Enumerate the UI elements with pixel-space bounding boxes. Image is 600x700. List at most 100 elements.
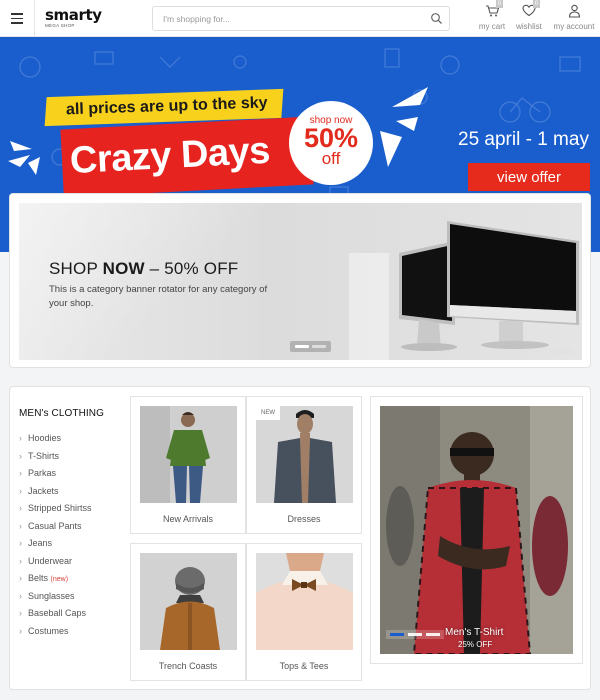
user-icon xyxy=(568,4,580,18)
search-box xyxy=(152,6,450,31)
cart-link[interactable]: 0 my cart xyxy=(474,0,510,31)
chevron-right-icon: › xyxy=(19,590,22,601)
menu-button[interactable] xyxy=(0,0,35,37)
burst-left-decoration xyxy=(8,141,40,175)
chevron-right-icon: › xyxy=(19,450,22,461)
pager-dot[interactable] xyxy=(408,633,422,636)
tile-label: Trench Coasts xyxy=(158,661,218,671)
sidebar-item[interactable]: › Costumes xyxy=(19,626,92,644)
sidebar-item[interactable]: › Stripped Shirtss xyxy=(19,503,92,521)
menu-icon-line xyxy=(11,22,23,24)
pager-dot[interactable] xyxy=(295,345,309,348)
chevron-right-icon: › xyxy=(19,503,22,513)
hero-dates: 25 april - 1 may xyxy=(458,129,589,150)
new-badge: (new) xyxy=(50,576,69,583)
sidebar-item-label: Jackets xyxy=(28,485,59,496)
category-menu: › Hoodies › T-Shirts › Parkas › Jackets › Str… xyxy=(19,433,92,643)
chevron-right-icon: › xyxy=(19,573,22,583)
sidebar-item-label: Stripped Shirtss xyxy=(28,503,92,513)
chevron-right-icon: › xyxy=(19,468,22,478)
sidebar-item[interactable]: › Belts (new) xyxy=(19,573,92,591)
category-tile[interactable]: NEW Dresses xyxy=(246,396,362,534)
category-tile[interactable]: Trench Coasts xyxy=(130,543,246,681)
category-banner-pager xyxy=(290,341,331,352)
featured-product-title: Men's T-Shirt xyxy=(445,627,504,638)
category-banner-card: SHOP NOW – 50% OFF This is a category ba… xyxy=(9,193,591,368)
category-tile[interactable]: Tops & Tees xyxy=(246,543,362,681)
pager-dot[interactable] xyxy=(426,633,440,636)
heading-emphasis: NOW xyxy=(102,259,145,278)
wishlist-link[interactable]: 0 wishlist xyxy=(513,0,545,31)
pager-dot[interactable] xyxy=(390,633,404,636)
sidebar-item[interactable]: › Parkas xyxy=(19,468,92,486)
cart-label: my cart xyxy=(478,22,506,31)
chevron-right-icon: › xyxy=(19,485,22,496)
menu-icon-line xyxy=(11,13,23,15)
man-denim-jacket-photo xyxy=(256,406,353,503)
site-header: smarty MEGA SHOP 0 my cart 0 wishlist xyxy=(0,0,600,37)
sidebar-item-label: Sunglasses xyxy=(28,590,75,601)
sidebar-item-label: Baseball Caps xyxy=(28,608,87,618)
chevron-right-icon: › xyxy=(19,625,22,636)
site-logo[interactable]: smarty MEGA SHOP xyxy=(45,8,102,29)
view-offer-button[interactable]: view offer xyxy=(468,163,590,191)
discount-percent: 50% xyxy=(303,123,359,153)
chevron-right-icon: › xyxy=(19,433,22,443)
man-bowtie-photo xyxy=(256,553,353,650)
account-link[interactable]: my account xyxy=(550,4,598,31)
sidebar-item[interactable]: › Hoodies xyxy=(19,433,92,451)
sidebar-item-label: Belts xyxy=(28,573,49,583)
heading-suffix: – 50% OFF xyxy=(144,259,239,278)
featured-product-slider[interactable]: Men's T-Shirt 25% OFF xyxy=(370,396,583,664)
product-photo xyxy=(140,553,237,650)
tile-label: New Arrivals xyxy=(162,514,213,524)
chevron-right-icon: › xyxy=(19,538,22,548)
sidebar-item[interactable]: › Baseball Caps xyxy=(19,608,92,626)
sidebar-item-label: Casual Pants xyxy=(28,520,82,531)
sidebar-item[interactable]: › Sunglasses xyxy=(19,591,92,609)
sidebar-item-label: Costumes xyxy=(28,625,69,636)
man-green-shirt-photo xyxy=(140,406,237,503)
hero-title-ribbon: Crazy Days xyxy=(60,116,314,198)
category-tile[interactable]: New Arrivals xyxy=(130,396,246,534)
sidebar-item-label: Underwear xyxy=(28,555,73,566)
product-photo xyxy=(140,406,237,503)
category-banner-slide[interactable]: SHOP NOW – 50% OFF This is a category ba… xyxy=(19,203,582,360)
sidebar-item[interactable]: › Casual Pants xyxy=(19,521,92,539)
search-input[interactable] xyxy=(153,7,413,30)
featured-slider-pager xyxy=(386,630,444,639)
banner-background-shape xyxy=(19,203,279,360)
logo-brand: smarty xyxy=(45,6,102,24)
logo-tagline: MEGA SHOP xyxy=(45,23,75,28)
pager-dot[interactable] xyxy=(312,345,326,348)
sidebar-item[interactable]: › T-Shirts xyxy=(19,451,92,469)
monitors-image xyxy=(399,221,579,354)
sidebar-item-label: Parkas xyxy=(28,468,57,478)
featured-product-discount: 25% OFF xyxy=(458,640,493,649)
sidebar-item[interactable]: › Jeans xyxy=(19,538,92,556)
burst-right-decoration xyxy=(380,87,428,167)
sidebar-item-label: Hoodies xyxy=(28,433,62,443)
product-photo xyxy=(256,553,353,650)
menu-icon-line xyxy=(11,17,23,20)
featured-product-photo: Men's T-Shirt 25% OFF xyxy=(380,406,573,654)
heading-prefix: SHOP xyxy=(49,259,103,278)
sidebar-title: MEN's CLOTHING xyxy=(19,408,104,419)
category-banner-description: This is a category banner rotator for an… xyxy=(49,284,268,309)
cart-count-badge: 0 xyxy=(496,0,503,8)
search-icon[interactable] xyxy=(430,12,443,25)
sidebar-item[interactable]: › Jackets xyxy=(19,486,92,504)
man-plaid-shirt-photo xyxy=(380,406,573,654)
sidebar-item-label: Jeans xyxy=(28,538,53,548)
chevron-right-icon: › xyxy=(19,608,22,618)
category-banner-heading: SHOP NOW – 50% OFF xyxy=(49,259,238,279)
discount-badge: shop now 50% off xyxy=(289,101,373,185)
wishlist-label: wishlist xyxy=(516,22,542,31)
discount-off: off xyxy=(321,149,341,168)
wishlist-count-badge: 0 xyxy=(533,0,540,8)
tile-label: Tops & Tees xyxy=(279,661,329,671)
sidebar-item[interactable]: › Underwear xyxy=(19,556,92,574)
chevron-right-icon: › xyxy=(19,555,22,566)
sidebar-item-label: T-Shirts xyxy=(28,450,60,461)
new-badge: NEW xyxy=(256,406,280,420)
